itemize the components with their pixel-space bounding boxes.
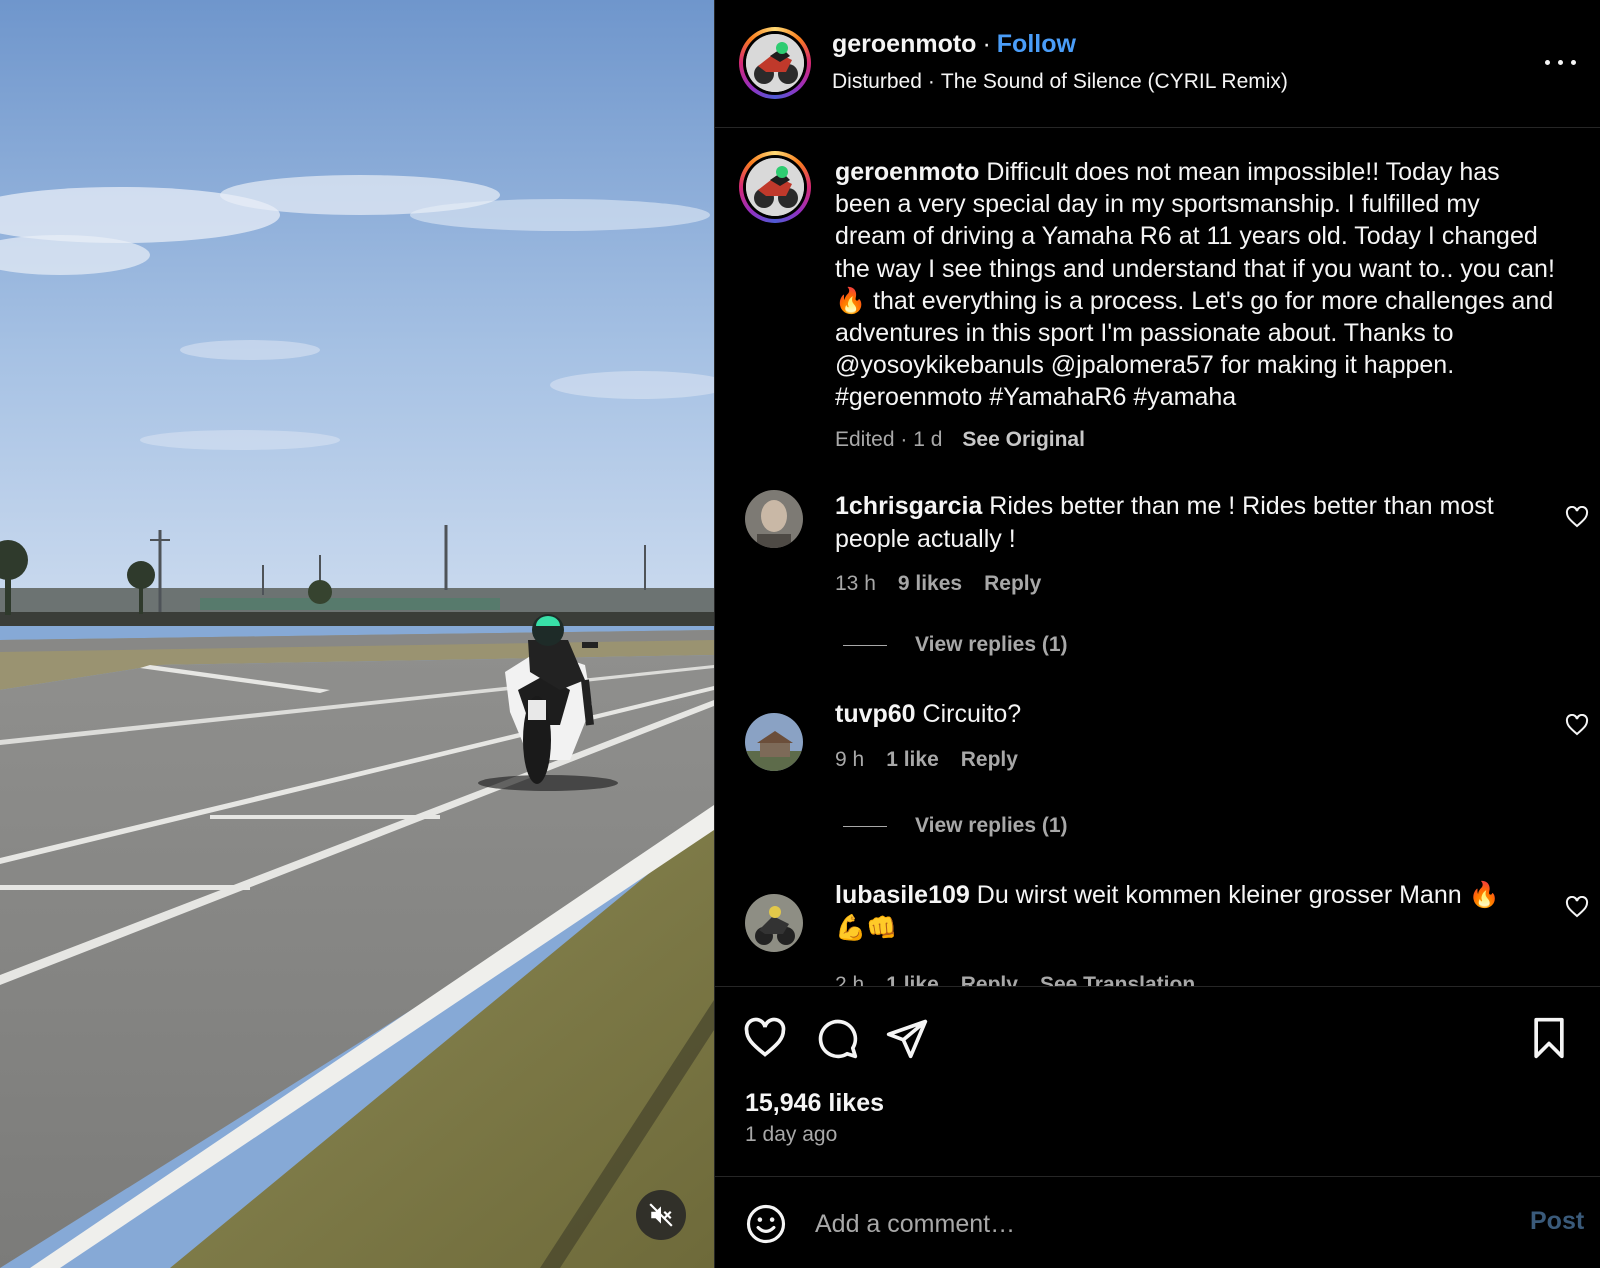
author-username[interactable]: geroenmoto [832, 30, 976, 58]
reply-button[interactable]: Reply [961, 973, 1018, 986]
comment-input[interactable] [815, 1203, 1475, 1245]
caption-author-avatar[interactable] [739, 151, 811, 223]
post-media-video[interactable] [0, 0, 714, 1268]
comment-body: lubasile109 Du wirst weit kommen kleiner… [835, 879, 1525, 945]
comment-time: 9 h [835, 748, 865, 771]
video-frame-motorcycle-track [0, 0, 714, 1268]
likes-count[interactable]: 15,946 likes [745, 1089, 884, 1118]
mute-toggle-button[interactable] [636, 1190, 686, 1240]
comment-body: tuvp60 Circuito? [835, 698, 1525, 731]
caption-text: Difficult does not mean impossible!! Tod… [835, 158, 1555, 412]
comment-username[interactable]: tuvp60 [835, 700, 916, 728]
comment-like-heart-icon[interactable] [1565, 714, 1589, 736]
comment-meta: 2 h 1 like Reply See Translation [835, 973, 1217, 986]
post-caption: geroenmoto Difficult does not mean impos… [835, 156, 1555, 414]
reply-button[interactable]: Reply [961, 748, 1018, 771]
avatar-motorcycle-image [746, 34, 804, 92]
audio-track[interactable]: The Sound of Silence (CYRIL Remix) [941, 70, 1288, 93]
comment-time: 13 h [835, 572, 876, 595]
comment-like-heart-icon[interactable] [1565, 506, 1589, 528]
view-replies-label: View replies (1) [915, 814, 1068, 837]
avatar-motorcycle-image [746, 158, 804, 216]
comment-body: 1chrisgarcia Rides better than me ! Ride… [835, 490, 1525, 556]
comment-meta: 9 h 1 like Reply [835, 748, 1040, 772]
replies-divider-line [843, 644, 887, 646]
comment-composer: Post [715, 1176, 1600, 1268]
comment-username[interactable]: 1chrisgarcia [835, 492, 982, 520]
comment-time: 2 h [835, 973, 865, 986]
view-replies-label: View replies (1) [915, 633, 1068, 656]
view-replies-button[interactable]: View replies (1) [843, 633, 1068, 657]
see-translation-link[interactable]: See Translation [1040, 973, 1195, 986]
avatar-portrait-image [745, 490, 803, 548]
comments-scroll-area[interactable]: geroenmoto Difficult does not mean impos… [715, 128, 1600, 986]
post-comment-button[interactable]: Post [1530, 1207, 1584, 1236]
heart-icon[interactable] [743, 1016, 787, 1060]
audio-attribution[interactable]: Disturbed · The Sound of Silence (CYRIL Re… [832, 70, 1288, 94]
separator-dot: · [982, 30, 991, 58]
follow-button[interactable]: Follow [997, 30, 1076, 58]
avatar-house-image [745, 713, 803, 771]
header-title-line: geroenmoto · Follow [832, 30, 1076, 59]
comment-text: Circuito? [922, 700, 1022, 728]
separator-dot: · [927, 70, 935, 93]
commenter-avatar[interactable] [745, 490, 803, 548]
see-original-link[interactable]: See Original [962, 428, 1085, 451]
comment-like-heart-icon[interactable] [1565, 896, 1589, 918]
avatar-motorcycle-image [745, 894, 803, 952]
commenter-avatar[interactable] [745, 894, 803, 952]
caption-edited-time: Edited · 1 d [835, 428, 943, 451]
comment-bubble-icon[interactable] [815, 1016, 859, 1060]
reply-button[interactable]: Reply [984, 572, 1041, 595]
post-details-panel: geroenmoto · Follow Disturbed · The Sound of… [714, 0, 1600, 1268]
commenter-avatar[interactable] [745, 713, 803, 771]
audio-artist[interactable]: Disturbed [832, 70, 922, 93]
paper-plane-icon[interactable] [885, 1016, 929, 1060]
comment-username[interactable]: lubasile109 [835, 881, 970, 909]
post-header: geroenmoto · Follow Disturbed · The Sound of… [715, 0, 1600, 128]
replies-divider-line [843, 825, 887, 827]
smiley-icon[interactable] [745, 1203, 787, 1245]
comment-likes-count[interactable]: 9 likes [898, 572, 962, 595]
view-replies-button[interactable]: View replies (1) [843, 814, 1068, 838]
bookmark-icon[interactable] [1527, 1016, 1571, 1060]
author-avatar[interactable] [739, 27, 811, 99]
post-actions: 15,946 likes 1 day ago [715, 986, 1600, 1176]
comment-meta: 13 h 9 likes Reply [835, 572, 1063, 596]
caption-username[interactable]: geroenmoto [835, 158, 979, 186]
comment-likes-count[interactable]: 1 like [886, 973, 939, 986]
more-options-icon[interactable] [1545, 58, 1579, 68]
caption-meta: Edited · 1 d See Original [835, 428, 1085, 452]
speaker-muted-icon [649, 1203, 673, 1227]
comment-likes-count[interactable]: 1 like [886, 748, 939, 771]
post-date[interactable]: 1 day ago [745, 1123, 837, 1147]
